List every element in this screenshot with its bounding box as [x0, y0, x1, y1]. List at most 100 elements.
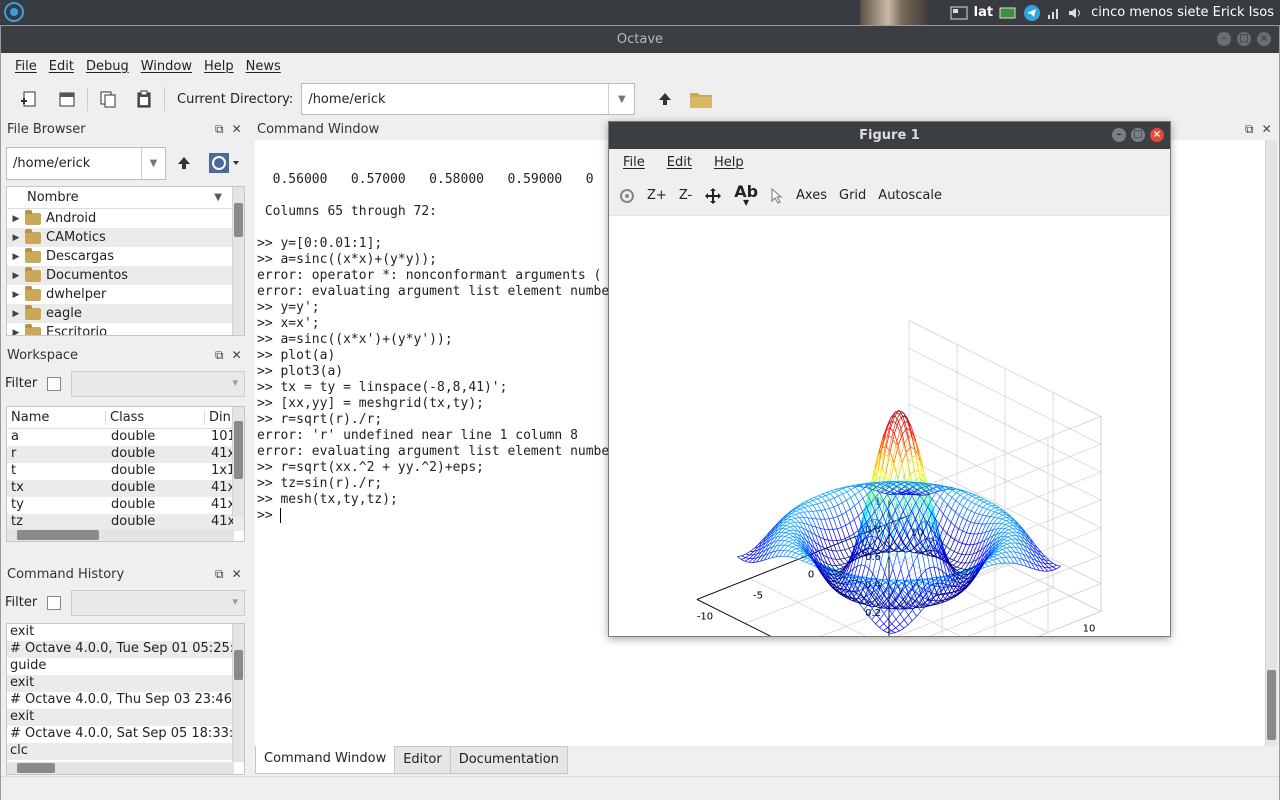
window-titlebar[interactable]: Octave – □ × — [1, 26, 1279, 53]
command-window-scrollbar[interactable] — [1265, 140, 1277, 746]
minimize-button[interactable]: – — [1217, 32, 1231, 46]
rotate-tool-button[interactable] — [619, 188, 635, 204]
file-browser-item[interactable]: ▶ Android — [7, 209, 244, 228]
history-item[interactable]: # Octave 4.0.0, Sat Sep 05 18:33:51 2 — [7, 726, 244, 743]
open-file-button[interactable] — [53, 85, 81, 113]
expand-arrow-icon[interactable]: ▶ — [7, 328, 25, 336]
history-hscrollbar[interactable] — [7, 762, 234, 774]
undock-icon[interactable]: ⧉ — [1245, 122, 1254, 137]
tab-command-window[interactable]: Command Window — [255, 746, 396, 774]
history-item[interactable]: clc — [7, 743, 244, 760]
chevron-down-icon[interactable]: ▼ — [141, 148, 165, 179]
column-header-class[interactable]: Class — [106, 410, 205, 425]
column-header-name[interactable]: Nombre — [27, 190, 79, 205]
file-browser-item[interactable]: ▶ eagle — [7, 304, 244, 323]
expand-arrow-icon[interactable]: ▶ — [7, 309, 25, 319]
expand-arrow-icon[interactable]: ▶ — [7, 214, 25, 224]
file-browser-item[interactable]: ▶ Escritorio — [7, 323, 244, 336]
tab-editor[interactable]: Editor — [394, 746, 451, 774]
workspace-row[interactable]: ty double 41x — [7, 497, 244, 514]
figure-titlebar[interactable]: Figure 1 – □ × — [609, 122, 1170, 149]
menu-help[interactable]: Help — [198, 59, 240, 74]
pan-tool-button[interactable] — [704, 187, 722, 205]
figure-menu-help[interactable]: Help — [708, 155, 750, 170]
file-browser-scrollbar[interactable] — [232, 187, 244, 335]
menu-file[interactable]: File — [9, 59, 43, 74]
expand-arrow-icon[interactable]: ▶ — [7, 290, 25, 300]
copy-button[interactable] — [94, 85, 122, 113]
figure-menu-file[interactable]: File — [617, 155, 651, 170]
column-header-dimension[interactable]: Din — [205, 410, 231, 425]
file-browser-header[interactable]: Nombre ▼ — [7, 187, 244, 209]
file-browser-path-combobox[interactable]: /home/erick ▼ — [6, 147, 166, 180]
close-button[interactable]: × — [1257, 32, 1271, 46]
close-icon[interactable]: ✕ — [232, 122, 242, 137]
zoom-out-button[interactable]: Z- — [679, 188, 692, 203]
history-filter-input[interactable] — [71, 590, 245, 616]
workspace-filter-input[interactable] — [71, 371, 245, 397]
expand-arrow-icon[interactable]: ▶ — [7, 233, 25, 243]
file-browser-item[interactable]: ▶ Descargas — [7, 247, 244, 266]
figure-maximize-button[interactable]: □ — [1131, 128, 1145, 142]
history-vscrollbar[interactable] — [232, 624, 244, 762]
current-directory-combobox[interactable]: /home/erick ▼ — [301, 83, 636, 115]
battery-icon[interactable] — [999, 6, 1017, 20]
chevron-down-icon[interactable]: ▼ — [608, 84, 634, 114]
column-header-name[interactable]: Name — [7, 410, 106, 425]
expand-arrow-icon[interactable]: ▶ — [7, 252, 25, 262]
signal-icon[interactable] — [1047, 6, 1061, 20]
figure-close-button[interactable]: × — [1150, 128, 1164, 142]
new-script-button[interactable] — [15, 85, 43, 113]
history-item[interactable]: exit — [7, 675, 244, 692]
file-browser-path[interactable]: /home/erick — [7, 156, 141, 171]
close-icon[interactable]: ✕ — [232, 567, 242, 582]
file-browser-item[interactable]: ▶ CAMotics — [7, 228, 244, 247]
workspace-row[interactable]: tx double 41x — [7, 480, 244, 497]
workspace-row[interactable]: a double 101 — [7, 429, 244, 446]
grid-button[interactable]: Grid — [839, 188, 866, 203]
tab-documentation[interactable]: Documentation — [449, 746, 568, 774]
browse-directory-button[interactable] — [687, 85, 715, 113]
current-directory-value[interactable]: /home/erick — [302, 92, 608, 107]
parent-directory-button[interactable] — [651, 85, 679, 113]
workspace-filter-checkbox[interactable] — [47, 377, 61, 391]
undock-icon[interactable]: ⧉ — [215, 348, 224, 363]
history-item[interactable]: exit — [7, 624, 244, 641]
workspace-row[interactable]: r double 41x — [7, 446, 244, 463]
maximize-button[interactable]: □ — [1237, 32, 1251, 46]
workspace-hscrollbar[interactable] — [7, 529, 234, 541]
expand-arrow-icon[interactable]: ▶ — [7, 271, 25, 281]
telegram-icon[interactable] — [1023, 4, 1041, 22]
figure-menu-edit[interactable]: Edit — [661, 155, 698, 170]
history-item[interactable]: # Octave 4.0.0, Thu Sep 03 23:46:08 2 — [7, 692, 244, 709]
autoscale-button[interactable]: Autoscale — [878, 188, 942, 203]
clock[interactable]: cinco menos siete Erick Isos — [1091, 5, 1274, 20]
keyboard-layout[interactable]: lat — [974, 5, 993, 20]
arrow-up-icon[interactable] — [177, 155, 191, 171]
select-tool-button[interactable] — [770, 187, 784, 204]
history-filter-checkbox[interactable] — [47, 596, 61, 610]
mesh-plot-canvas[interactable]: 10.80.60.40.20-0.2-0.41050-5-101050-5-10 — [609, 216, 1170, 636]
menu-edit[interactable]: Edit — [43, 59, 80, 74]
app-launcher-icon[interactable] — [3, 1, 25, 23]
axes-button[interactable]: Axes — [796, 188, 827, 203]
volume-icon[interactable] — [1067, 6, 1085, 20]
menu-debug[interactable]: Debug — [80, 59, 135, 74]
file-browser-item[interactable]: ▶ dwhelper — [7, 285, 244, 304]
workspace-vscrollbar[interactable] — [232, 407, 244, 517]
menu-news[interactable]: News — [240, 59, 287, 74]
gear-icon[interactable] — [208, 152, 242, 174]
file-browser-item[interactable]: ▶ Documentos — [7, 266, 244, 285]
history-item[interactable]: exit — [7, 709, 244, 726]
menu-window[interactable]: Window — [135, 59, 198, 74]
figure-minimize-button[interactable]: – — [1112, 128, 1126, 142]
undock-icon[interactable]: ⧉ — [215, 567, 224, 582]
zoom-in-button[interactable]: Z+ — [647, 188, 667, 203]
history-item[interactable]: guide — [7, 658, 244, 675]
insert-text-button[interactable]: Ab ▼ — [734, 183, 758, 207]
paste-button[interactable] — [130, 85, 158, 113]
history-item[interactable]: # Octave 4.0.0, Tue Sep 01 05:25:06 2 — [7, 641, 244, 658]
close-icon[interactable]: ✕ — [232, 348, 242, 363]
workspace-row[interactable]: t double 1x1 — [7, 463, 244, 480]
undock-icon[interactable]: ⧉ — [215, 122, 224, 137]
